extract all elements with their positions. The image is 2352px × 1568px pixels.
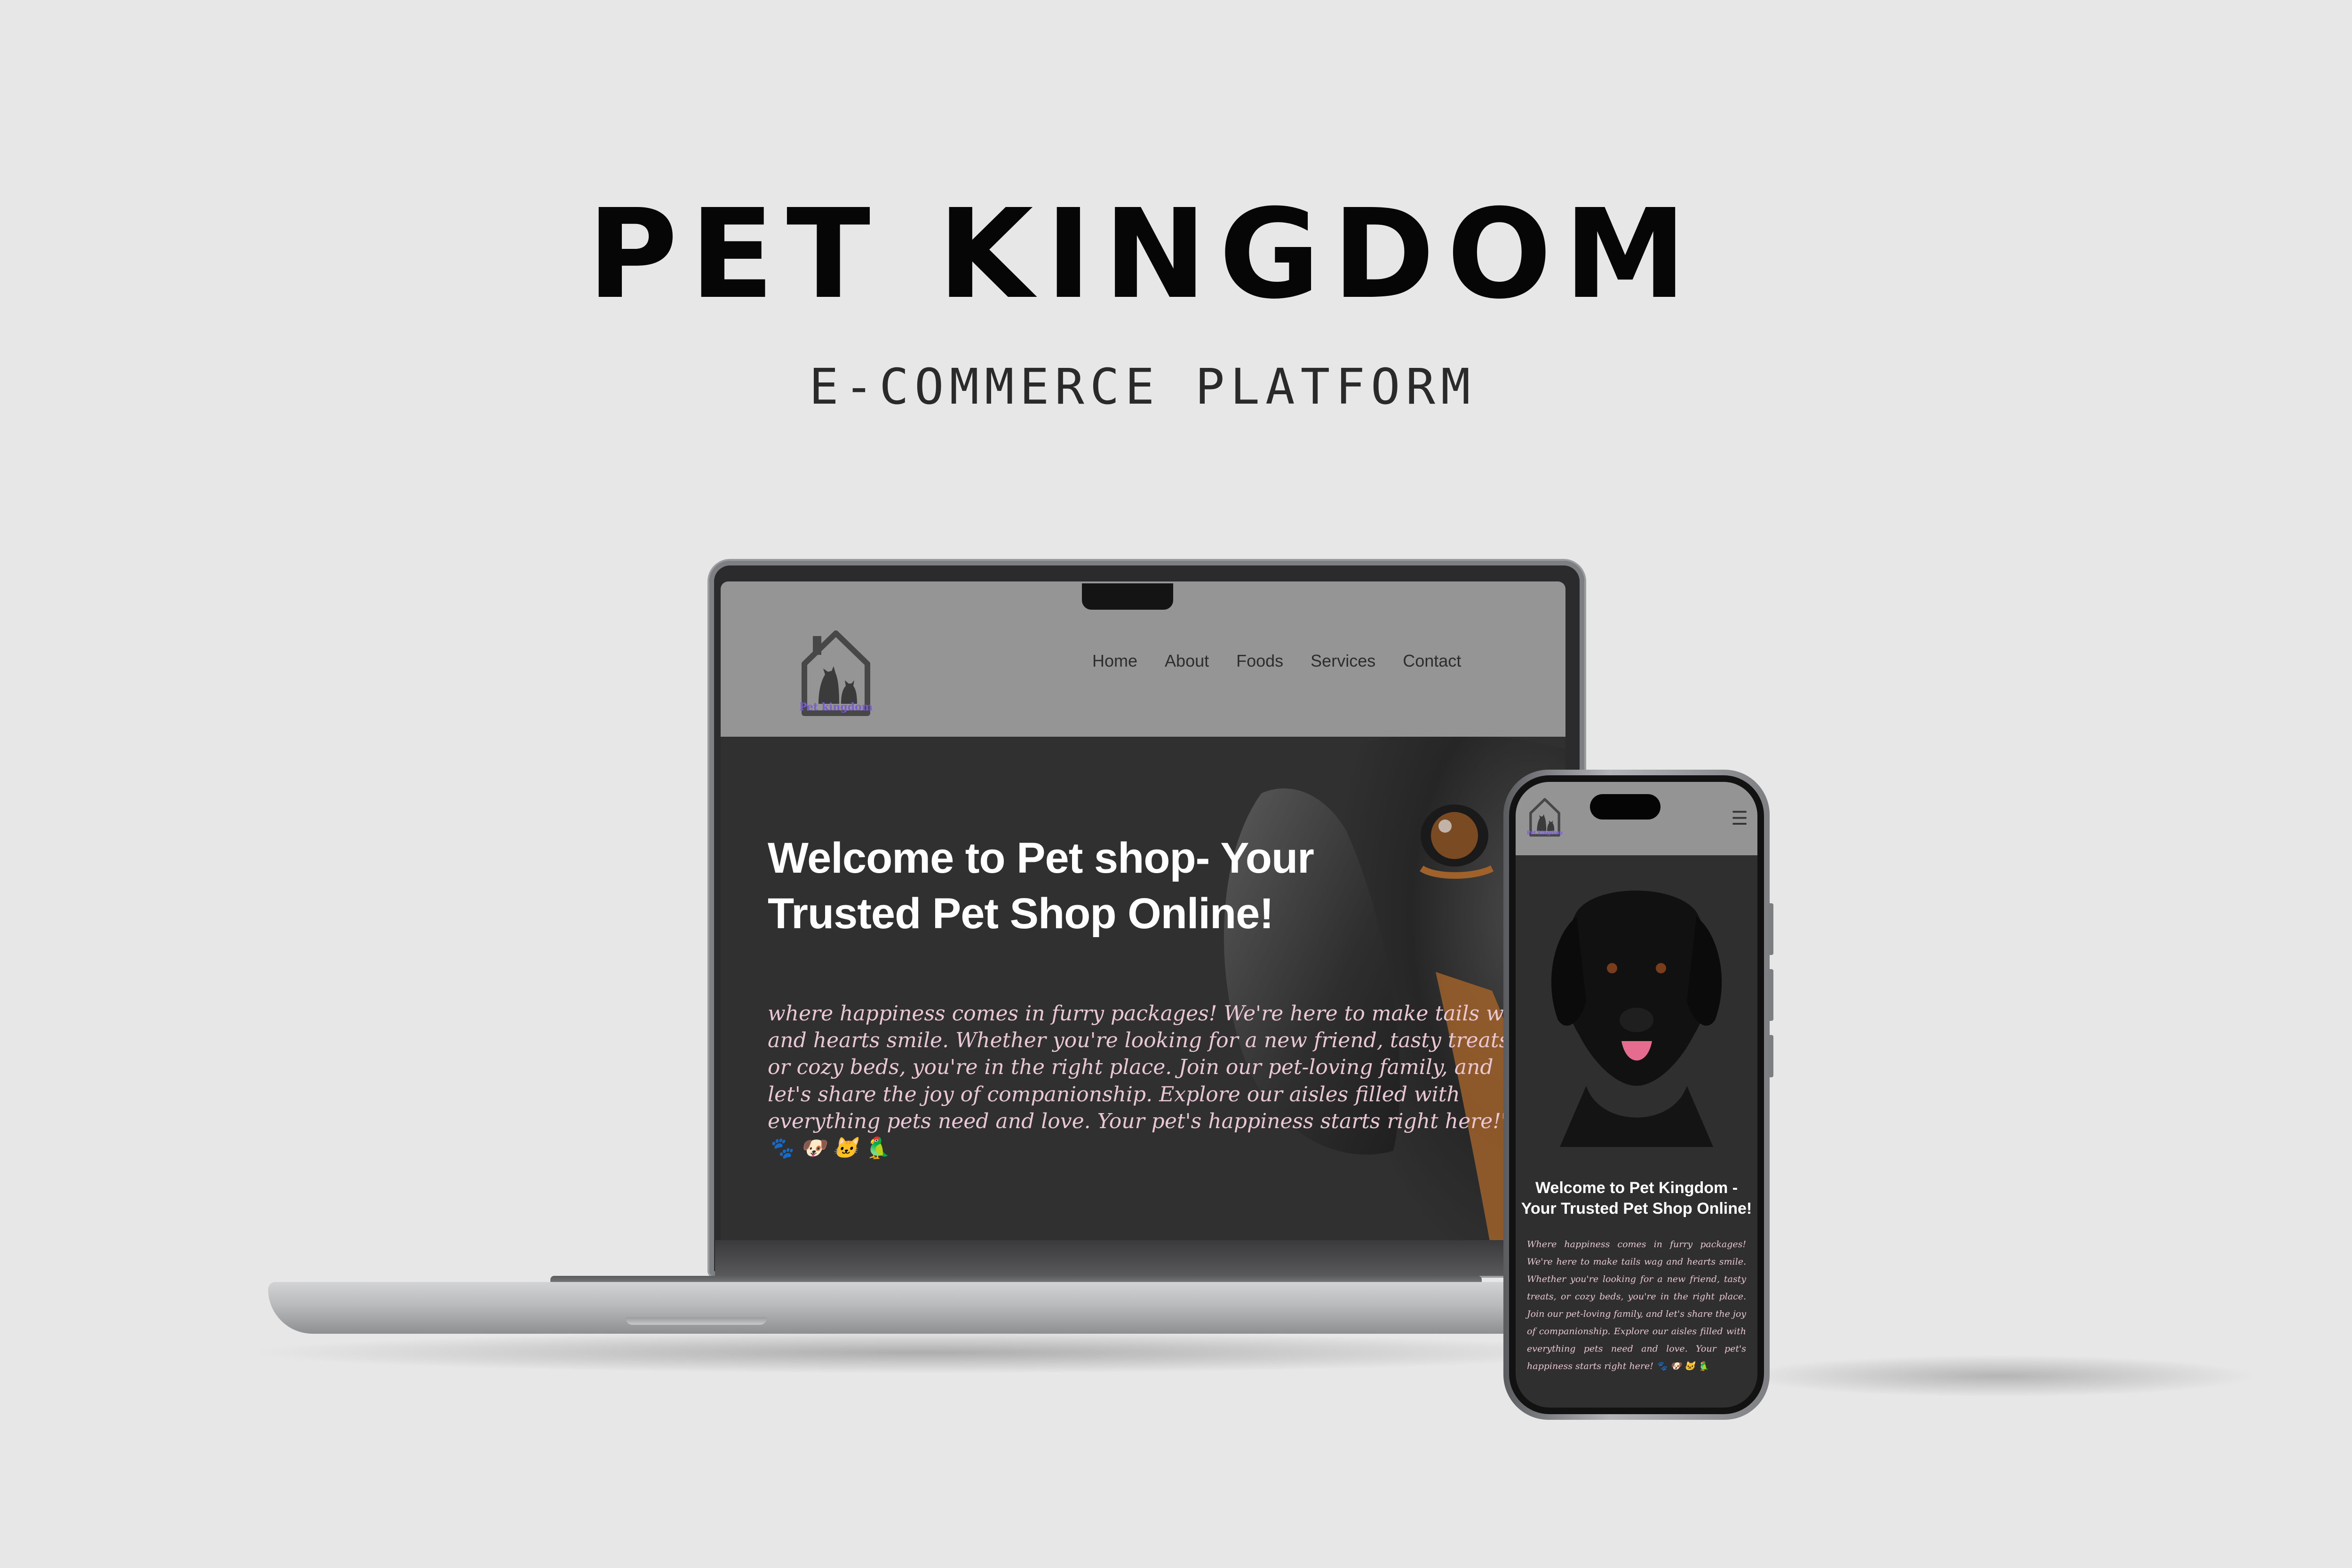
labrador-photo bbox=[1516, 865, 1757, 1147]
trackpad-notch bbox=[626, 1317, 767, 1325]
pet-house-logo-icon[interactable]: Pet kingdom bbox=[796, 624, 876, 718]
pet-house-logo-icon[interactable]: Pet kingdom bbox=[1526, 795, 1564, 837]
phone-side-button bbox=[1768, 969, 1773, 1021]
nav-contact[interactable]: Contact bbox=[1403, 651, 1461, 671]
hero-title: Welcome to Pet shop- Your Trusted Pet Sh… bbox=[768, 834, 1314, 938]
hamburger-menu-icon[interactable]: ☰ bbox=[1731, 809, 1748, 828]
showcase-subtitle: E-COMMERCE PLATFORM bbox=[809, 358, 1476, 415]
laptop-screen: Pet kingdom Home About Foods Services Co… bbox=[721, 581, 1565, 1240]
phone-shadow bbox=[1740, 1355, 2258, 1397]
laptop-shadow bbox=[245, 1331, 1609, 1374]
mobile-hero-text: Where happiness comes in furry packages!… bbox=[1527, 1239, 1746, 1372]
phone-side-button bbox=[1768, 1035, 1773, 1077]
nav-about[interactable]: About bbox=[1165, 651, 1209, 671]
laptop-base bbox=[268, 1282, 1628, 1334]
hero-text: where happiness comes in furry packages!… bbox=[768, 1002, 1530, 1160]
showcase-title: PET KINGDOM bbox=[587, 183, 1699, 326]
laptop-chin bbox=[715, 1240, 1571, 1276]
nav-foods[interactable]: Foods bbox=[1236, 651, 1283, 671]
logo-text: Pet kingdom bbox=[1527, 830, 1563, 836]
phone-screen: Pet kingdom ☰ Welcome to Pet Kingdom - Y… bbox=[1516, 782, 1757, 1408]
dynamic-island bbox=[1590, 794, 1661, 820]
mobile-hero-title: Welcome to Pet Kingdom - Your Trusted Pe… bbox=[1521, 1179, 1752, 1218]
phone-side-button bbox=[1768, 903, 1773, 955]
nav-home[interactable]: Home bbox=[1092, 651, 1137, 671]
logo-text: Pet kingdom bbox=[799, 701, 873, 713]
main-nav: Home About Foods Services Contact bbox=[1092, 651, 1461, 671]
camera-notch bbox=[1082, 583, 1173, 610]
hero-section: Welcome to Pet shop- Your Trusted Pet Sh… bbox=[721, 737, 1565, 1240]
nav-services[interactable]: Services bbox=[1311, 651, 1375, 671]
